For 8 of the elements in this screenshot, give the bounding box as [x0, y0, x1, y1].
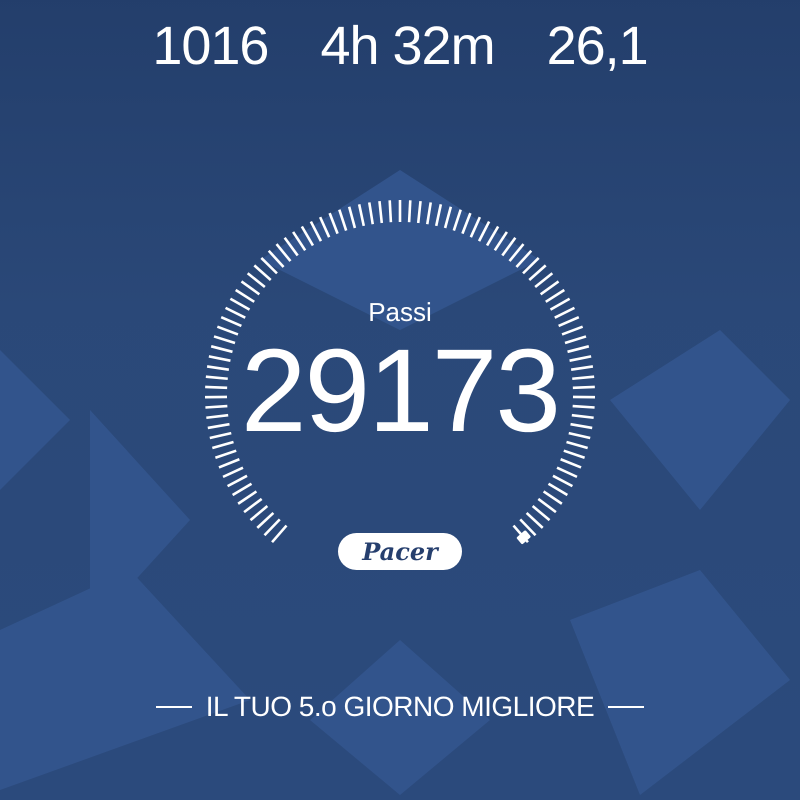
progress-marker [516, 530, 532, 545]
best-day-caption: IL TUO 5.o GIORNO MIGLIORE [206, 690, 594, 724]
stat-value: 26,1 [546, 15, 648, 78]
logo-badge: Pacer [338, 533, 462, 570]
stat-value: 1016 [152, 15, 268, 78]
stat-value: 4h 32m [320, 15, 495, 78]
steps-count: 29173 [240, 326, 560, 456]
steps-label: Passi [367, 296, 433, 328]
